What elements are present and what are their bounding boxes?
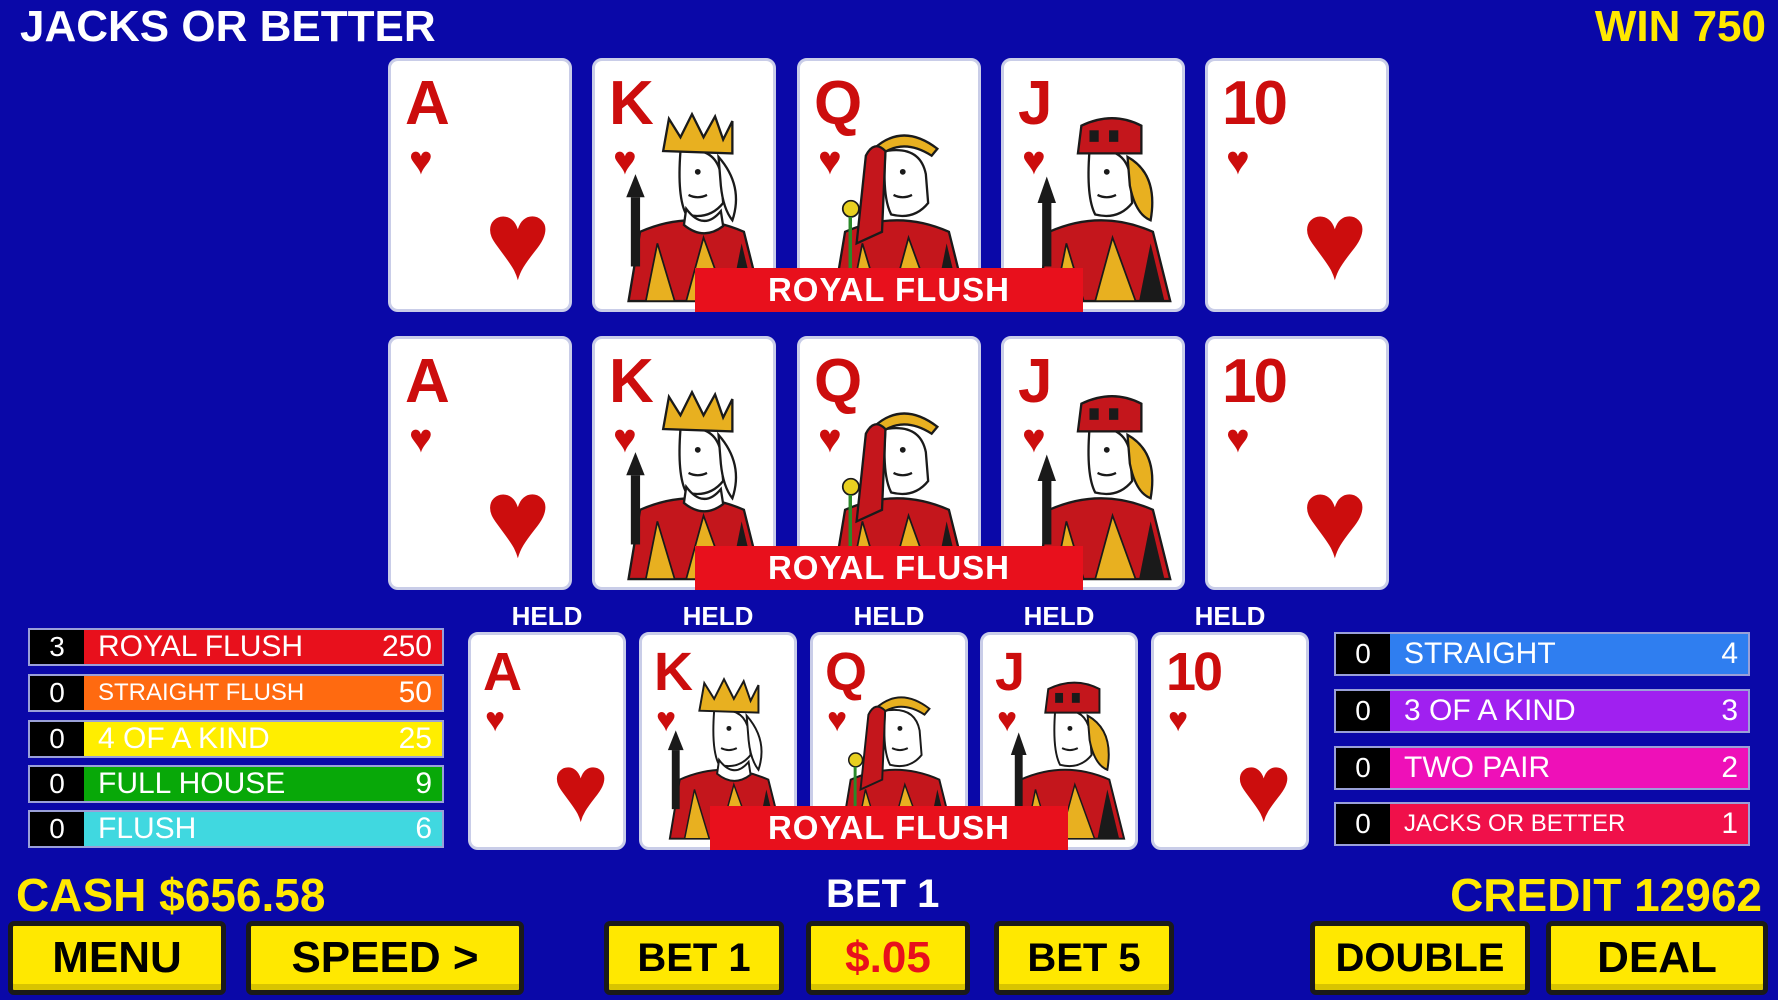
middle-card-ace: A ♥ ♥ (388, 336, 572, 590)
paytable-count: 0 (30, 767, 84, 801)
paytable-hand-name: JACKS OR BETTER (1404, 810, 1626, 837)
paytable-hand-name: STRAIGHT (1404, 637, 1556, 670)
paytable-count: 3 (30, 630, 84, 664)
heart-icon: ♥ (485, 701, 506, 739)
menu-button[interactable]: MENU (8, 921, 226, 995)
bet-max-button[interactable]: BET 5 (994, 921, 1174, 995)
paytable-row-3-of-a-kind: 0 3 OF A KIND 3 (1334, 689, 1750, 733)
card-rank: 10 (1166, 642, 1223, 702)
paytable-row-flush: 0 FLUSH 6 (28, 810, 444, 848)
paytable-payout: 6 (415, 812, 432, 845)
card-rank: 10 (1222, 347, 1288, 416)
paytable-count: 0 (1336, 634, 1390, 674)
card-rank: A (405, 69, 450, 138)
held-label-1: HELD (511, 601, 583, 631)
paytable-row-straight-flush: 0 STRAIGHT FLUSH 50 (28, 674, 444, 712)
card-rank: A (405, 347, 450, 416)
cash-display: CASH $656.58 (16, 869, 326, 921)
heart-icon: ♥ (1168, 701, 1189, 739)
player-hand-result-banner: ROYAL FLUSH (710, 806, 1068, 850)
paytable-row-two-pair: 0 TWO PAIR 2 (1334, 746, 1750, 790)
bet-one-button[interactable]: BET 1 (604, 921, 784, 995)
paytable-payout: 9 (415, 767, 432, 800)
player-card-ten[interactable]: 10 ♥ ♥ (1151, 632, 1309, 850)
held-label-5: HELD (1194, 601, 1266, 631)
paytable-payout: 4 (1721, 637, 1738, 670)
paytable-row-jacks-or-better: 0 JACKS OR BETTER 1 (1334, 802, 1750, 846)
heart-icon: ♥ (409, 139, 433, 183)
win-amount: WIN 750 (1594, 2, 1766, 51)
credit-display: CREDIT 12962 (1450, 869, 1762, 921)
heart-icon: ♥ (1301, 178, 1369, 303)
paytable-hand-name: STRAIGHT FLUSH (98, 679, 305, 706)
heart-icon: ♥ (1235, 735, 1292, 842)
card-rank: A (483, 642, 522, 702)
paytable-payout: 1 (1721, 807, 1738, 840)
paytable-count: 0 (1336, 804, 1390, 844)
paytable-payout: 250 (381, 630, 432, 663)
heart-icon: ♥ (552, 735, 609, 842)
bet-display: BET 1 (826, 872, 940, 916)
paytable-row-full-house: 0 FULL HOUSE 9 (28, 765, 444, 803)
card-rank: 10 (1222, 69, 1288, 138)
heart-icon: ♥ (1226, 417, 1250, 461)
denomination-button[interactable]: $.05 (806, 921, 970, 995)
heart-icon: ♥ (1226, 139, 1250, 183)
game-title: JACKS OR BETTER (20, 2, 436, 51)
middle-card-ten: 10 ♥ ♥ (1205, 336, 1389, 590)
deal-button[interactable]: DEAL (1546, 921, 1768, 995)
heart-icon: ♥ (409, 417, 433, 461)
paytable-hand-name: 4 OF A KIND (98, 722, 270, 755)
paytable-hand-name: FLUSH (98, 812, 197, 845)
player-card-ace[interactable]: A ♥ ♥ (468, 632, 626, 850)
middle-hand-result-banner: ROYAL FLUSH (695, 546, 1083, 590)
paytable-hand-name: FULL HOUSE (98, 767, 286, 800)
paytable-payout: 25 (398, 722, 432, 755)
paytable-count: 0 (1336, 691, 1390, 731)
heart-icon: ♥ (1301, 456, 1369, 581)
paytable-count: 0 (1336, 748, 1390, 788)
top-hand-result-banner: ROYAL FLUSH (695, 268, 1083, 312)
double-button[interactable]: DOUBLE (1310, 921, 1530, 995)
speed-button[interactable]: SPEED > (246, 921, 524, 995)
held-label-4: HELD (1023, 601, 1095, 631)
paytable-hand-name: TWO PAIR (1404, 751, 1551, 784)
paytable-count: 0 (30, 812, 84, 846)
held-label-2: HELD (682, 601, 754, 631)
held-label-3: HELD (853, 601, 925, 631)
top-card-ace: A ♥ ♥ (388, 58, 572, 312)
paytable-row-straight: 0 STRAIGHT 4 (1334, 632, 1750, 676)
paytable-payout: 3 (1721, 694, 1738, 727)
top-card-ten: 10 ♥ ♥ (1205, 58, 1389, 312)
paytable-count: 0 (30, 722, 84, 756)
paytable-hand-name: 3 OF A KIND (1404, 694, 1576, 727)
heart-icon: ♥ (484, 178, 552, 303)
paytable-hand-name: ROYAL FLUSH (98, 630, 304, 663)
paytable-row-4-of-a-kind: 0 4 OF A KIND 25 (28, 720, 444, 758)
paytable-row-royal-flush: 3 ROYAL FLUSH 250 (28, 628, 444, 666)
heart-icon: ♥ (484, 456, 552, 581)
paytable-count: 0 (30, 676, 84, 710)
paytable-payout: 50 (398, 676, 432, 709)
paytable-payout: 2 (1721, 751, 1738, 784)
